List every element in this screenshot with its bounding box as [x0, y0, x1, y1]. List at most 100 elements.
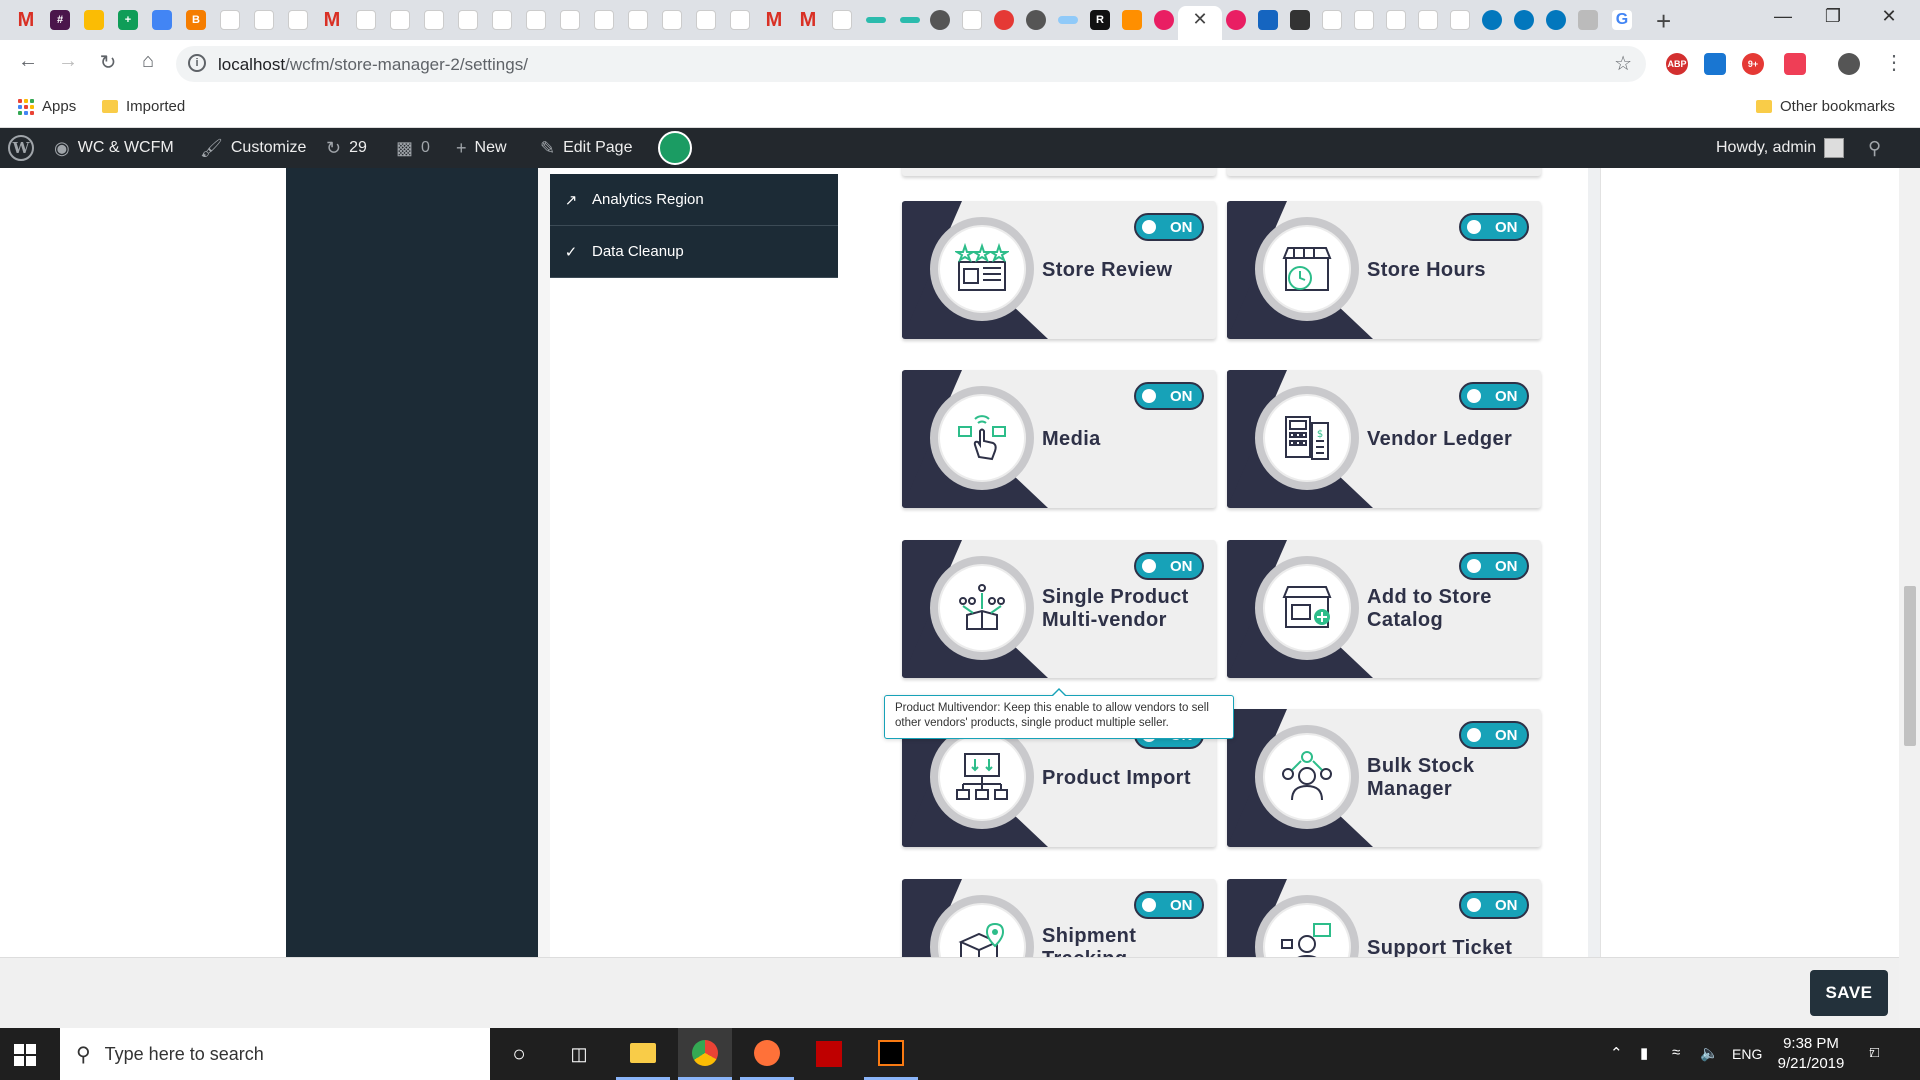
module-toggle[interactable]: ON — [1134, 891, 1204, 919]
chrome-menu-icon[interactable]: ⋮ — [1880, 50, 1908, 75]
site-tab-icon[interactable] — [1546, 10, 1566, 30]
settings-menu-item-analytics-region[interactable]: ↗ Analytics Region — [550, 174, 838, 226]
tab-icon[interactable] — [152, 10, 172, 30]
slack-tab-icon[interactable]: # — [50, 10, 70, 30]
pocket-extension-icon[interactable] — [1784, 53, 1806, 75]
site-tab-icon[interactable] — [1514, 10, 1534, 30]
bookmark-other[interactable]: Other bookmarks — [1756, 98, 1895, 115]
blogger-tab-icon[interactable]: B — [186, 10, 206, 30]
taskbar-search-box[interactable]: ⚲ Type here to search — [60, 1028, 490, 1080]
site-name-menu[interactable]: ◉ WC & WCFM — [54, 128, 174, 168]
site-tab-icon[interactable] — [1354, 10, 1374, 30]
site-tab-icon[interactable] — [526, 10, 546, 30]
language-indicator[interactable]: ENG — [1732, 1046, 1762, 1062]
gmail-tab-icon[interactable]: M — [764, 9, 784, 31]
site-tab-icon[interactable] — [994, 10, 1014, 30]
site-tab-icon[interactable] — [1122, 10, 1142, 30]
firefox-taskbar-icon[interactable] — [740, 1028, 794, 1080]
module-toggle[interactable]: ON — [1134, 213, 1204, 241]
close-window-button[interactable]: ✕ — [1866, 6, 1912, 27]
bookmark-imported[interactable]: Imported — [102, 98, 185, 115]
site-tab-icon[interactable]: R — [1090, 10, 1110, 30]
adblock-extension-icon[interactable]: ABP — [1666, 53, 1688, 75]
gmail-tab-icon[interactable]: M — [798, 9, 818, 31]
site-tab-icon[interactable] — [1322, 10, 1342, 30]
site-tab-icon[interactable] — [1290, 10, 1310, 30]
tray-chevron-icon[interactable]: ⌃ — [1610, 1044, 1623, 1062]
wp-logo-menu[interactable]: W — [8, 128, 34, 168]
filezilla-taskbar-icon[interactable] — [802, 1028, 856, 1080]
customize-link[interactable]: 🖌 Customize — [200, 128, 306, 168]
site-tab-icon[interactable] — [1026, 10, 1046, 30]
site-tab-icon[interactable] — [1578, 10, 1598, 30]
wifi-icon[interactable]: ≈ — [1672, 1044, 1680, 1061]
plugin-badge[interactable] — [658, 128, 692, 168]
site-tab-icon[interactable] — [288, 10, 308, 30]
site-tab-icon[interactable] — [832, 10, 852, 30]
reload-icon[interactable]: ↻ — [94, 50, 122, 75]
site-tab-icon[interactable] — [458, 10, 478, 30]
module-toggle[interactable]: ON — [1459, 382, 1529, 410]
site-tab-icon[interactable] — [1258, 10, 1278, 30]
admin-search[interactable]: ⚲ — [1868, 128, 1881, 168]
screenshot-extension-icon[interactable] — [1704, 53, 1726, 75]
site-tab-icon[interactable] — [1418, 10, 1438, 30]
back-icon[interactable]: ← — [14, 50, 42, 73]
home-icon[interactable]: ⌂ — [134, 50, 162, 73]
site-tab-icon[interactable] — [866, 17, 886, 23]
module-toggle[interactable]: ON — [1459, 721, 1529, 749]
chrome-taskbar-icon[interactable] — [678, 1028, 732, 1080]
site-tab-icon[interactable] — [696, 10, 716, 30]
battery-icon[interactable]: ▮ — [1640, 1044, 1648, 1062]
jetbrains-taskbar-icon[interactable] — [864, 1028, 918, 1080]
new-tab-button[interactable]: + — [1656, 6, 1671, 37]
save-button[interactable]: SAVE — [1810, 970, 1888, 1016]
module-toggle[interactable]: ON — [1459, 552, 1529, 580]
site-tab-icon[interactable] — [220, 10, 240, 30]
gmail-tab-icon[interactable]: M — [16, 9, 36, 31]
minimize-button[interactable]: — — [1760, 6, 1806, 27]
module-toggle[interactable]: ON — [1459, 213, 1529, 241]
gmail-tab-icon[interactable]: M — [322, 9, 342, 31]
site-tab-icon[interactable] — [662, 10, 682, 30]
module-toggle[interactable]: ON — [1134, 552, 1204, 580]
site-tab-icon[interactable] — [594, 10, 614, 30]
bookmark-apps[interactable]: Apps — [18, 98, 76, 115]
edit-page-link[interactable]: ✎ Edit Page — [540, 128, 632, 168]
file-explorer-icon[interactable] — [616, 1028, 670, 1080]
site-tab-icon[interactable] — [962, 10, 982, 30]
module-toggle[interactable]: ON — [1134, 382, 1204, 410]
site-tab-icon[interactable] — [730, 10, 750, 30]
site-tab-icon[interactable] — [1154, 10, 1174, 30]
notification-center-icon[interactable]: □7 — [1869, 1044, 1879, 1061]
address-bar[interactable]: i localhost/wcfm/store-manager-2/setting… — [176, 46, 1646, 82]
site-tab-icon[interactable] — [1058, 16, 1078, 24]
site-tab-icon[interactable] — [1386, 10, 1406, 30]
url-text[interactable]: localhost/wcfm/store-manager-2/settings/ — [218, 55, 528, 75]
volume-muted-icon[interactable]: 🔈 — [1700, 1044, 1719, 1062]
sheets-tab-icon[interactable]: + — [118, 10, 138, 30]
site-tab-icon[interactable] — [930, 10, 950, 30]
drive-tab-icon[interactable] — [84, 10, 104, 30]
site-tab-icon[interactable] — [492, 10, 512, 30]
tab-close-icon[interactable]: ✕ — [1190, 9, 1210, 30]
site-tab-icon[interactable] — [390, 10, 410, 30]
site-tab-icon[interactable] — [424, 10, 444, 30]
taskbar-clock[interactable]: 9:38 PM 9/21/2019 — [1768, 1034, 1854, 1074]
site-tab-icon[interactable] — [628, 10, 648, 30]
cortana-icon[interactable]: ○ — [492, 1028, 546, 1080]
site-tab-icon[interactable] — [356, 10, 376, 30]
site-tab-icon[interactable] — [900, 17, 920, 23]
maximize-button[interactable]: ❐ — [1810, 6, 1856, 27]
comments-link[interactable]: ▩ 0 — [396, 128, 430, 168]
settings-menu-item-data-cleanup[interactable]: ✓ Data Cleanup — [550, 226, 838, 278]
task-view-icon[interactable]: ◫ — [552, 1028, 606, 1080]
forward-icon[interactable]: → — [54, 50, 82, 73]
page-scrollbar[interactable] — [1899, 168, 1920, 1028]
site-info-icon[interactable]: i — [188, 54, 206, 72]
notification-extension-icon[interactable]: 9+ — [1742, 53, 1764, 75]
site-tab-icon[interactable] — [1450, 10, 1470, 30]
new-content-menu[interactable]: + New — [456, 128, 507, 168]
profile-avatar[interactable] — [1838, 53, 1860, 75]
scrollbar-thumb[interactable] — [1904, 586, 1916, 746]
